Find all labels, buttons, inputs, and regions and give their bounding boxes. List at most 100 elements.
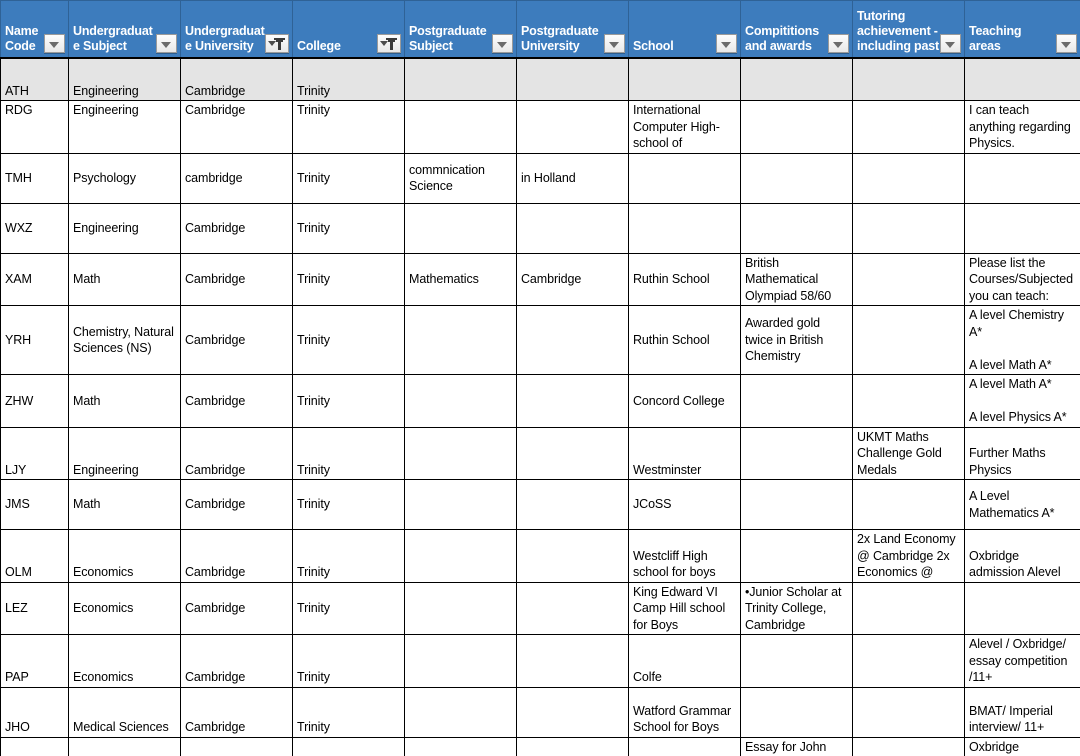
- table-cell[interactable]: Essay for John Locke Essay Competition: [740, 736, 853, 756]
- table-cell[interactable]: ATH: [0, 57, 69, 101]
- column-header-postgraduate-subject[interactable]: Postgraduate Subject: [404, 0, 517, 59]
- table-cell[interactable]: A level Math A* A level Physics A*: [964, 374, 1080, 428]
- table-cell[interactable]: LJY: [0, 426, 69, 480]
- table-cell[interactable]: Trinity: [292, 202, 405, 254]
- table-cell[interactable]: [628, 202, 741, 254]
- table-cell[interactable]: King Edward VI Camp Hill school for Boys: [628, 581, 741, 635]
- table-cell[interactable]: [852, 634, 965, 688]
- table-row[interactable]: LEZ Economics Cambridge Trinity King Edward …: [0, 581, 1080, 635]
- table-cell[interactable]: Oxbridge admission, Alevel economics, JL: [964, 736, 1080, 756]
- table-cell[interactable]: Economics: [68, 736, 181, 756]
- table-cell[interactable]: Trinity: [292, 736, 405, 756]
- column-header-college[interactable]: College: [292, 0, 405, 59]
- column-header-undergraduate-subject[interactable]: Undergraduate Subject: [68, 0, 181, 59]
- table-cell[interactable]: [852, 736, 965, 756]
- table-cell[interactable]: Trinity: [292, 100, 405, 154]
- table-cell[interactable]: Engineering: [68, 202, 181, 254]
- column-header-undergraduate-university[interactable]: Undergraduate University: [180, 0, 293, 59]
- table-cell[interactable]: [740, 479, 853, 530]
- table-cell[interactable]: [516, 305, 629, 375]
- table-cell[interactable]: [740, 634, 853, 688]
- column-header-school[interactable]: School: [628, 0, 741, 59]
- table-cell[interactable]: Trinity: [292, 426, 405, 480]
- table-row[interactable]: XAM Math Cambridge Trinity Mathematics Cambri…: [0, 252, 1080, 306]
- table-cell[interactable]: A level Chemistry A* A level Math A*: [964, 305, 1080, 375]
- table-cell[interactable]: Cambridge: [180, 426, 293, 480]
- table-cell[interactable]: Chemistry, Natural Sciences (NS): [68, 305, 181, 375]
- table-cell[interactable]: [740, 100, 853, 154]
- table-cell[interactable]: International Computer High-school of: [628, 100, 741, 154]
- table-cell[interactable]: [852, 305, 965, 375]
- table-cell[interactable]: [404, 426, 517, 480]
- table-row[interactable]: RDG Engineering Cambridge Trinity Internatio…: [0, 100, 1080, 154]
- table-cell[interactable]: Please list the Courses/Subjected you ca…: [964, 252, 1080, 306]
- table-row[interactable]: JHO Medical Sciences Cambridge Trinity Watfo…: [0, 686, 1080, 738]
- table-cell[interactable]: [404, 634, 517, 688]
- table-cell[interactable]: [516, 686, 629, 738]
- table-cell[interactable]: JCoSS: [628, 479, 741, 530]
- table-cell[interactable]: [404, 686, 517, 738]
- table-cell[interactable]: [964, 581, 1080, 635]
- table-cell[interactable]: [852, 686, 965, 738]
- table-cell[interactable]: Awarded gold twice in British Chemistry: [740, 305, 853, 375]
- table-cell[interactable]: JHO: [0, 686, 69, 738]
- table-cell[interactable]: [404, 736, 517, 756]
- table-cell[interactable]: [964, 57, 1080, 101]
- table-cell[interactable]: Math: [68, 374, 181, 428]
- table-cell[interactable]: BMAT/ Imperial interview/ 11+: [964, 686, 1080, 738]
- column-header-postgraduate-university[interactable]: Postgraduate University: [516, 0, 629, 59]
- table-cell[interactable]: Cambridge: [180, 252, 293, 306]
- table-cell[interactable]: [404, 57, 517, 101]
- table-cell[interactable]: JMS: [0, 479, 69, 530]
- spreadsheet-grid[interactable]: Name Code Undergraduate Subject Undergradu…: [0, 0, 1080, 756]
- table-cell[interactable]: [516, 202, 629, 254]
- column-header-name-code[interactable]: Name Code: [0, 0, 69, 59]
- table-cell[interactable]: [852, 581, 965, 635]
- table-cell[interactable]: Cambridge: [180, 374, 293, 428]
- table-cell[interactable]: PAP: [0, 634, 69, 688]
- table-cell[interactable]: [628, 152, 741, 204]
- filter-applied-icon[interactable]: [377, 33, 401, 53]
- table-cell[interactable]: Concord College: [628, 374, 741, 428]
- table-cell[interactable]: [740, 152, 853, 204]
- table-cell[interactable]: in Holland: [516, 152, 629, 204]
- table-cell[interactable]: [404, 581, 517, 635]
- table-cell[interactable]: Trinity: [292, 152, 405, 204]
- table-row[interactable]: ZHW Math Cambridge Trinity Concord College A …: [0, 374, 1080, 428]
- table-cell[interactable]: Cambridge: [180, 479, 293, 530]
- table-cell[interactable]: Alevel / Oxbridge/ essay competition /11…: [964, 634, 1080, 688]
- table-cell[interactable]: ERN: [0, 736, 69, 756]
- table-cell[interactable]: WXZ: [0, 202, 69, 254]
- table-cell[interactable]: Cambridge: [180, 529, 293, 583]
- table-cell[interactable]: Trinity: [292, 252, 405, 306]
- table-cell[interactable]: Psychology: [68, 152, 181, 204]
- table-cell[interactable]: Cambridge: [180, 305, 293, 375]
- table-cell[interactable]: commnication Science: [404, 152, 517, 204]
- table-row[interactable]: PAP Economics Cambridge Trinity Colfe Alevel …: [0, 634, 1080, 688]
- table-cell[interactable]: Trinity: [292, 57, 405, 101]
- table-cell[interactable]: A Level Mathematics A*: [964, 479, 1080, 530]
- table-cell[interactable]: [404, 305, 517, 375]
- table-cell[interactable]: [740, 686, 853, 738]
- table-cell[interactable]: British Mathematical Olympiad 58/60: [740, 252, 853, 306]
- filter-dropdown-icon[interactable]: [716, 33, 737, 53]
- table-cell[interactable]: Colfe: [628, 634, 741, 688]
- table-cell[interactable]: TMH: [0, 152, 69, 204]
- table-cell[interactable]: [628, 57, 741, 101]
- table-cell[interactable]: Math: [68, 252, 181, 306]
- table-cell[interactable]: [740, 374, 853, 428]
- table-cell[interactable]: [740, 529, 853, 583]
- table-cell[interactable]: XAM: [0, 252, 69, 306]
- filter-applied-icon[interactable]: [265, 33, 289, 53]
- table-cell[interactable]: Wimbledon High School: [628, 736, 741, 756]
- filter-dropdown-icon[interactable]: [940, 33, 961, 53]
- table-cell[interactable]: LEZ: [0, 581, 69, 635]
- table-cell[interactable]: [404, 479, 517, 530]
- table-cell[interactable]: UKMT Maths Challenge Gold Medals: [852, 426, 965, 480]
- table-cell[interactable]: Ruthin School: [628, 305, 741, 375]
- table-cell[interactable]: •Junior Scholar at Trinity College, Camb…: [740, 581, 853, 635]
- table-row[interactable]: ATH Engineering Cambridge Trinity: [0, 57, 1080, 101]
- table-cell[interactable]: [516, 100, 629, 154]
- table-cell[interactable]: Cambridge: [180, 686, 293, 738]
- table-cell[interactable]: Oxbridge admission Alevel: [964, 529, 1080, 583]
